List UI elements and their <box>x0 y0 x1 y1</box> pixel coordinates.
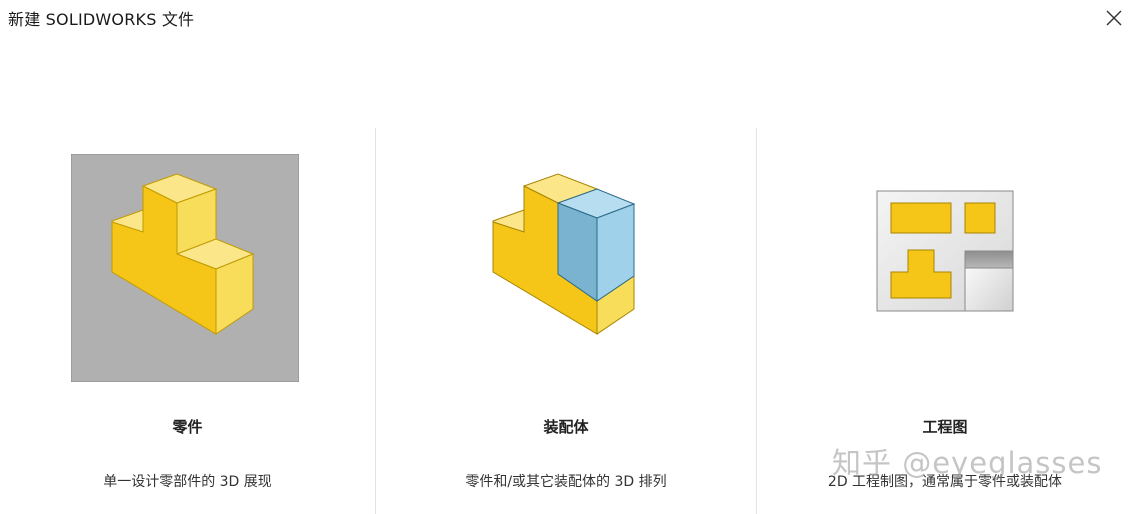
assembly-option[interactable]: 装配体 零件和/或其它装配体的 3D 排列 <box>376 128 756 514</box>
drawing-option[interactable]: 工程图 2D 工程制图，通常属于零件或装配体 <box>757 128 1133 514</box>
drawing-description: 2D 工程制图，通常属于零件或装配体 <box>827 474 1063 490</box>
part-option[interactable]: 零件 单一设计零部件的 3D 展现 <box>0 128 375 514</box>
dialog-title: 新建 SOLIDWORKS 文件 <box>8 10 195 29</box>
part-icon <box>70 153 300 383</box>
close-icon[interactable] <box>1102 6 1126 30</box>
part-title: 零件 <box>172 418 203 436</box>
assembly-icon <box>452 154 680 382</box>
document-type-options: 零件 单一设计零部件的 3D 展现 装配体 零件和/或其它装配体的 3D 排列 … <box>0 128 1133 514</box>
drawing-icon <box>831 154 1059 382</box>
drawing-title: 工程图 <box>922 418 968 436</box>
part-description: 单一设计零部件的 3D 展现 <box>103 474 272 490</box>
new-document-dialog: 新建 SOLIDWORKS 文件 零件 单一设计零部件的 3D 展现 装配体 零… <box>0 0 1133 514</box>
assembly-title: 装配体 <box>543 418 589 436</box>
assembly-description: 零件和/或其它装配体的 3D 排列 <box>465 474 667 490</box>
